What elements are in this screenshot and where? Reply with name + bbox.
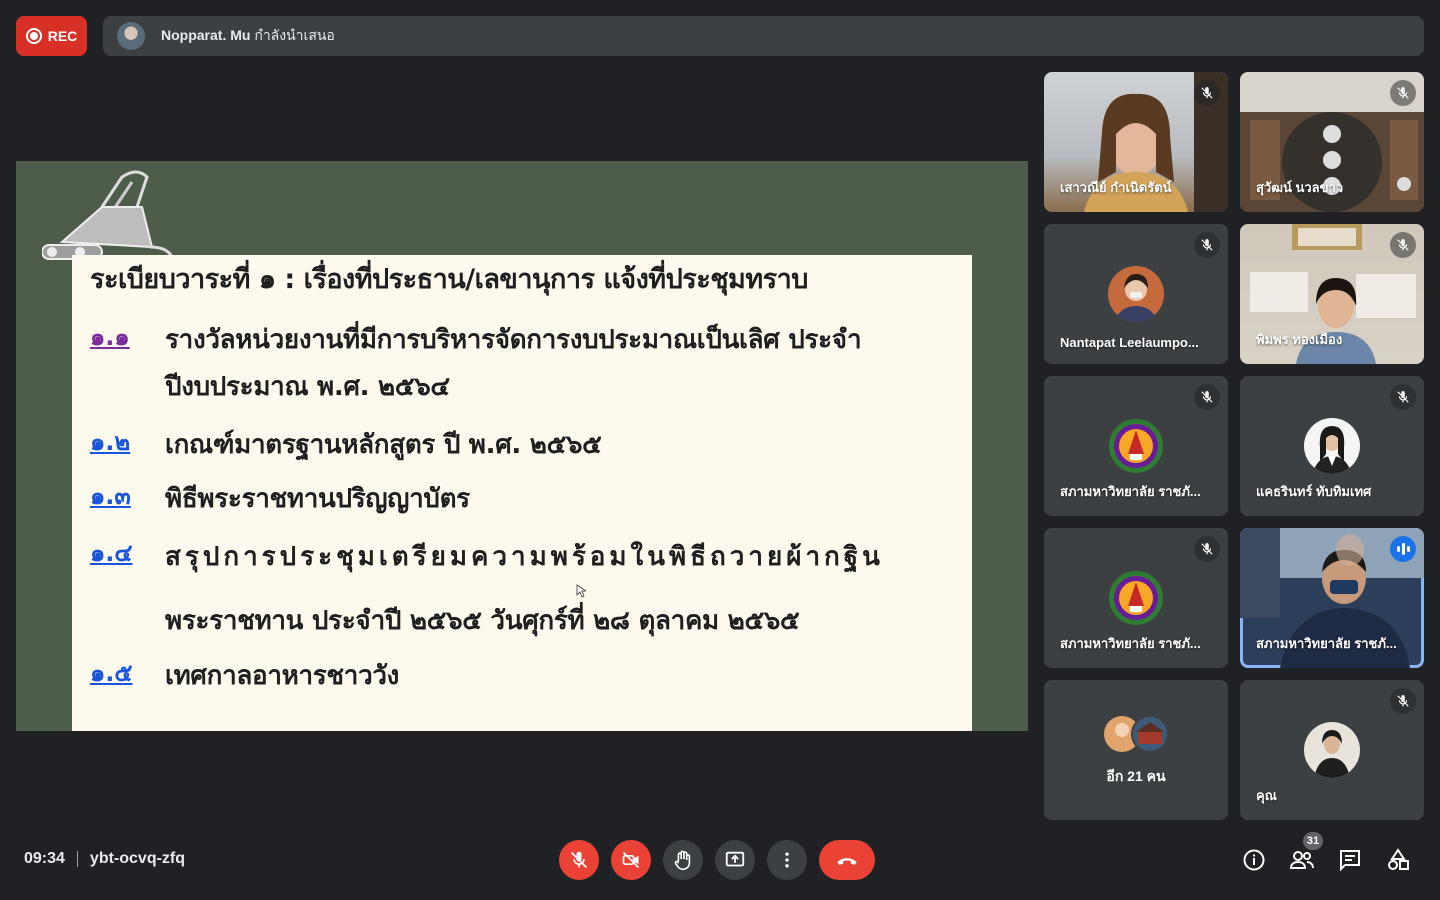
record-icon	[25, 28, 42, 44]
agenda-item: ๑.๕ เทศกาลอาหารชาววัง	[90, 653, 965, 700]
participant-name: พิมพร ทองเมือง	[1256, 332, 1343, 347]
activities-button[interactable]	[1384, 846, 1412, 874]
info-icon	[1243, 849, 1265, 871]
presenter-avatar	[117, 22, 145, 50]
present-icon	[725, 851, 745, 867]
hand-icon	[674, 850, 691, 871]
agenda-spacer	[90, 598, 165, 645]
agenda-text: สรุปการประชุมเตรียมความพร้อมในพิธีถวายผ้…	[165, 542, 884, 572]
hang-up-icon	[837, 858, 857, 865]
university-logo-icon	[1108, 570, 1164, 626]
camera-off-icon	[622, 851, 640, 869]
more-options-button[interactable]	[767, 840, 807, 880]
participant-name: เสาวณีย์ กำเนิดรัตน์	[1060, 180, 1172, 195]
participant-name: สภามหาวิทยาลัย ราชภั...	[1060, 636, 1201, 651]
grouped-avatars	[1104, 715, 1169, 753]
meeting-code[interactable]: ybt-ocvq-zfq	[90, 850, 185, 868]
present-screen-button[interactable]	[715, 840, 755, 880]
presentation-stage: ระเบียบวาระที่ ๑ : เรื่องที่ประธาน/เลขาน…	[16, 161, 1028, 731]
participant-name: Nantapat Leelaumpo...	[1060, 335, 1199, 350]
more-vert-icon	[785, 852, 789, 868]
clock-time: 09:34	[24, 850, 65, 867]
mic-off-icon	[1194, 536, 1220, 562]
mic-off-icon	[1390, 232, 1416, 258]
presenter-status: กำลังนำเสนอ	[250, 27, 335, 43]
raise-hand-button[interactable]	[663, 840, 703, 880]
participant-name: สุวัฒน์ นวลขาว	[1256, 180, 1344, 195]
toggle-mic-button[interactable]	[559, 840, 599, 880]
participant-tile[interactable]: พิมพร ทองเมือง	[1240, 224, 1424, 364]
participant-name: แคธรินทร์ ทับทิมเทศ	[1256, 484, 1372, 499]
speaking-indicator-icon	[1390, 536, 1416, 562]
participant-tile[interactable]: แคธรินทร์ ทับทิมเทศ	[1240, 376, 1424, 516]
people-button[interactable]	[1288, 846, 1316, 874]
participant-tile-active-speaker[interactable]: สภามหาวิทยาลัย ราชภั...	[1240, 528, 1424, 668]
presenter-name: Nopparat. Mu	[161, 27, 251, 43]
agenda-text-continued: พระราชทาน ประจำปี ๒๕๖๕ วันศุกร์ที่ ๒๘ ตุ…	[165, 606, 800, 636]
others-count-label: อีก 21 คน	[1106, 768, 1166, 784]
agenda-text: เทศกาลอาหารชาววัง	[165, 661, 400, 691]
leave-call-button[interactable]	[819, 840, 875, 880]
agenda-text: รางวัลหน่วยงานที่มีการบริหารจัดการงบประม…	[165, 325, 862, 402]
toggle-camera-button[interactable]	[611, 840, 651, 880]
mic-off-icon	[1194, 80, 1220, 106]
participant-tile[interactable]: Nantapat Leelaumpo...	[1044, 224, 1228, 364]
mic-off-icon	[1194, 232, 1220, 258]
participant-name: สภามหาวิทยาลัย ราชภั...	[1060, 484, 1201, 499]
agenda-link[interactable]: ๑.๔	[90, 525, 165, 589]
mic-off-icon	[1390, 384, 1416, 410]
presenter-banner: Nopparat. Mu กำลังนำเสนอ	[103, 16, 1424, 56]
agenda-item: ๑.๔ สรุปการประชุมเตรียมความพร้อมในพิธีถว…	[90, 525, 965, 589]
mic-off-icon	[1390, 80, 1416, 106]
agenda-item: ๑.๓ พิธีพระราชทานปริญญาบัตร	[90, 476, 965, 523]
participant-name: คุณ	[1256, 788, 1277, 803]
participant-tile[interactable]: สภามหาวิทยาลัย ราชภั...	[1044, 376, 1228, 516]
participant-tile[interactable]: เสาวณีย์ กำเนิดรัตน์	[1044, 72, 1228, 212]
participant-count-badge: 31	[1303, 832, 1323, 850]
agenda-item: ๑.๑ รางวัลหน่วยงานที่มีการบริหารจัดการงบ…	[90, 317, 955, 411]
participant-tile[interactable]: สุวัฒน์ นวลขาว	[1240, 72, 1424, 212]
people-icon	[1289, 851, 1314, 869]
recording-label: REC	[47, 28, 78, 44]
participant-avatar	[1304, 418, 1360, 474]
participant-avatar	[1108, 266, 1164, 322]
agenda-link[interactable]: ๑.๓	[90, 476, 165, 523]
meeting-info: 09:34 ybt-ocvq-zfq	[24, 850, 185, 868]
mic-off-icon	[1390, 688, 1416, 714]
slide: ระเบียบวาระที่ ๑ : เรื่องที่ประธาน/เลขาน…	[72, 255, 972, 731]
divider	[76, 851, 78, 867]
agenda-text: พิธีพระราชทานปริญญาบัตร	[165, 484, 470, 514]
activities-icon	[1388, 848, 1409, 870]
university-logo-icon	[1108, 418, 1164, 474]
participant-tile[interactable]: สภามหาวิทยาลัย ราชภั...	[1044, 528, 1228, 668]
agenda-text: เกณฑ์มาตรฐานหลักสูตร ปี พ.ศ. ๒๕๖๕	[165, 430, 602, 460]
recording-badge[interactable]: REC	[16, 16, 87, 56]
meeting-details-button[interactable]	[1240, 846, 1268, 874]
agenda-link[interactable]: ๑.๒	[90, 422, 165, 469]
mouse-cursor-icon	[576, 584, 586, 598]
participant-name: สภามหาวิทยาลัย ราชภั...	[1256, 636, 1397, 651]
binder-clip-icon	[42, 170, 174, 260]
agenda-item: พระราชทาน ประจำปี ๒๕๖๕ วันศุกร์ที่ ๒๘ ตุ…	[90, 598, 965, 645]
agenda-link[interactable]: ๑.๑	[90, 317, 165, 411]
others-tile[interactable]: อีก 21 คน	[1044, 680, 1228, 820]
agenda-item: ๑.๒ เกณฑ์มาตรฐานหลักสูตร ปี พ.ศ. ๒๕๖๕	[90, 422, 965, 469]
slide-title: ระเบียบวาระที่ ๑ : เรื่องที่ประธาน/เลขาน…	[90, 264, 808, 295]
self-tile[interactable]: คุณ	[1240, 680, 1424, 820]
chat-button[interactable]	[1336, 846, 1364, 874]
agenda-link[interactable]: ๑.๕	[90, 653, 165, 700]
presenter-text: Nopparat. Mu กำลังนำเสนอ	[161, 25, 335, 47]
mic-off-icon	[1194, 384, 1220, 410]
mic-off-icon	[570, 851, 588, 869]
self-avatar	[1304, 722, 1360, 778]
chat-icon	[1340, 850, 1360, 872]
